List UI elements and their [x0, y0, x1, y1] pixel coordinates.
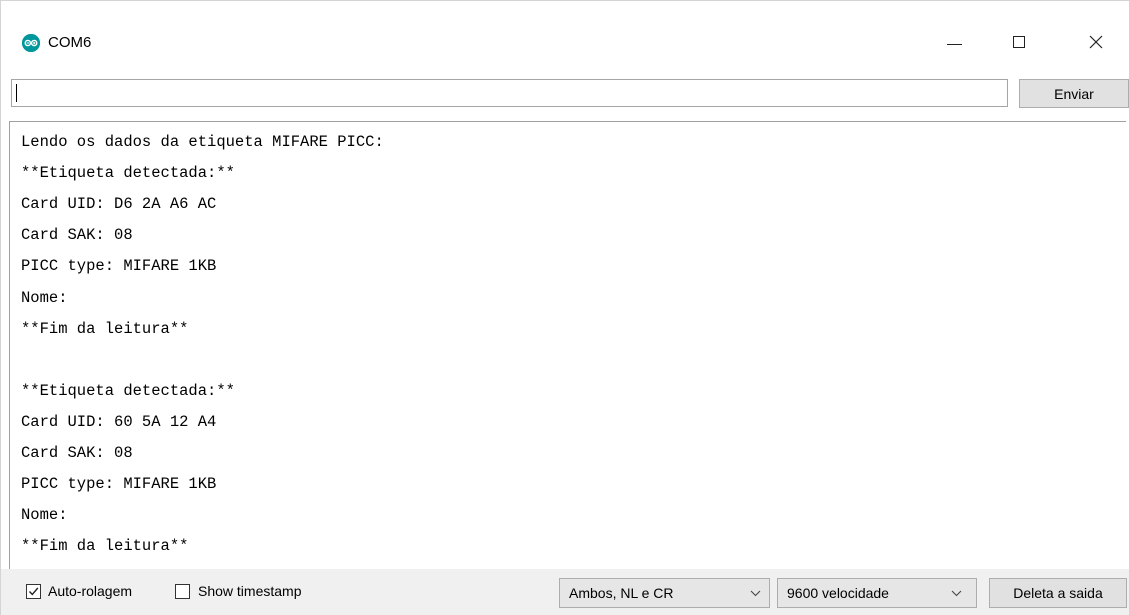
baud-rate-value: 9600 velocidade: [787, 585, 889, 601]
minimize-button[interactable]: [931, 25, 977, 59]
output-line: Card SAK: 08: [21, 444, 133, 462]
output-line: Nome:: [21, 506, 68, 525]
maximize-icon: [1013, 36, 1025, 48]
autoscroll-label: Auto-rolagem: [48, 583, 133, 599]
checkmark-icon: [28, 587, 39, 596]
serial-output-area[interactable]: Lendo os dados da etiqueta MIFARE PICC: *…: [9, 121, 1126, 569]
window-title: COM6: [48, 34, 92, 51]
timestamp-checkbox[interactable]: [175, 584, 190, 599]
output-line: Card UID: D6 2A A6 AC: [21, 195, 217, 214]
serial-monitor-window: COM6 Enviar Lendo os dados da etiqueta M…: [0, 0, 1130, 615]
output-line: **Etiqueta detectada:**: [21, 381, 235, 400]
line-ending-value: Ambos, NL e CR: [569, 585, 674, 601]
line-ending-select[interactable]: Ambos, NL e CR: [559, 578, 770, 608]
send-input[interactable]: [11, 79, 1008, 107]
output-line: Lendo os dados da etiqueta MIFARE PICC:: [21, 133, 384, 151]
chevron-down-icon: [750, 590, 761, 597]
footer-bar: Auto-rolagem Show timestamp Ambos, NL e …: [1, 569, 1129, 615]
send-row: Enviar: [11, 79, 1129, 109]
close-icon: [1089, 35, 1103, 49]
autoscroll-checkbox[interactable]: [26, 584, 41, 599]
output-line: **Fim da leitura**: [21, 319, 189, 338]
send-button[interactable]: Enviar: [1019, 79, 1129, 108]
timestamp-label: Show timestamp: [198, 583, 302, 599]
output-line: PICC type: MIFARE 1KB: [21, 475, 217, 494]
maximize-button[interactable]: [996, 25, 1042, 59]
output-line: Card UID: 60 5A 12 A4: [21, 412, 217, 431]
output-line: **Etiqueta detectada:**: [21, 164, 235, 183]
output-line: PICC type: MIFARE 1KB: [21, 257, 217, 276]
title-bar: COM6: [1, 1, 1129, 59]
arduino-icon: [22, 34, 40, 52]
text-caret: [16, 84, 17, 102]
clear-output-button[interactable]: Deleta a saida: [989, 578, 1127, 608]
output-line: Nome:: [21, 288, 68, 307]
output-line: **Fim da leitura**: [21, 537, 189, 556]
close-button[interactable]: [1073, 25, 1119, 59]
chevron-down-icon: [951, 590, 962, 597]
baud-rate-select[interactable]: 9600 velocidade: [777, 578, 977, 608]
minimize-icon: [946, 43, 962, 45]
output-line: Card SAK: 08: [21, 226, 133, 245]
